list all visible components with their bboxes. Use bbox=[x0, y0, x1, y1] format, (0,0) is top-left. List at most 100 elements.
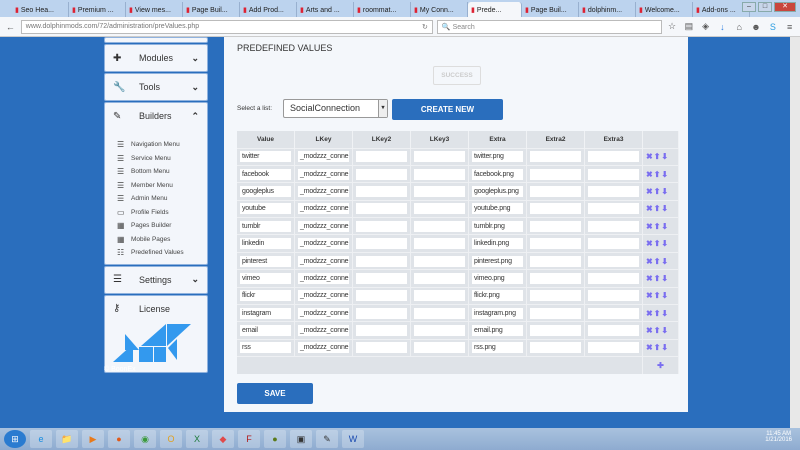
move-down-icon[interactable]: ⬇ bbox=[661, 170, 668, 179]
bookmark-star-icon[interactable]: ☆ bbox=[666, 21, 679, 32]
create-new-button[interactable]: CREATE NEW bbox=[392, 99, 503, 120]
lkey-input[interactable]: _modzzz_conne bbox=[298, 203, 349, 215]
extra-input[interactable]: tumblr.png bbox=[472, 220, 523, 232]
delete-icon[interactable]: ✖ bbox=[646, 222, 653, 231]
lkey-input[interactable]: _modzzz_conne bbox=[298, 307, 349, 319]
maximize-button[interactable]: □ bbox=[758, 2, 772, 12]
extra-input[interactable]: facebook.png bbox=[472, 168, 523, 180]
extra2-input[interactable] bbox=[530, 255, 581, 267]
move-down-icon[interactable]: ⬇ bbox=[661, 274, 668, 283]
extra2-input[interactable] bbox=[530, 168, 581, 180]
browser-tab[interactable]: ▮ Seo Hea... bbox=[12, 2, 69, 17]
extra3-input[interactable] bbox=[588, 307, 639, 319]
reload-icon[interactable]: ↻ bbox=[422, 23, 428, 31]
lkey-input[interactable]: _modzzz_conne bbox=[298, 168, 349, 180]
move-down-icon[interactable]: ⬇ bbox=[661, 239, 668, 248]
palette-icon[interactable]: ✎ bbox=[316, 430, 338, 448]
lkey2-input[interactable] bbox=[356, 168, 407, 180]
lkey2-input[interactable] bbox=[356, 203, 407, 215]
lkey2-input[interactable] bbox=[356, 255, 407, 267]
delete-icon[interactable]: ✖ bbox=[646, 239, 653, 248]
lkey3-input[interactable] bbox=[414, 185, 465, 197]
close-button[interactable]: ✕ bbox=[774, 2, 796, 12]
extra2-input[interactable] bbox=[530, 307, 581, 319]
move-down-icon[interactable]: ⬇ bbox=[661, 326, 668, 335]
lkey3-input[interactable] bbox=[414, 307, 465, 319]
lkey-input[interactable]: _modzzz_conne bbox=[298, 325, 349, 337]
move-down-icon[interactable]: ⬇ bbox=[661, 152, 668, 161]
value-input[interactable]: tumblr bbox=[240, 220, 291, 232]
move-up-icon[interactable]: ⬆ bbox=[654, 309, 661, 318]
move-down-icon[interactable]: ⬇ bbox=[661, 309, 668, 318]
sidebar-modules[interactable]: ✚ Modules ⌄ bbox=[104, 44, 208, 72]
start-button[interactable]: ⊞ bbox=[4, 430, 26, 448]
extra3-input[interactable] bbox=[588, 185, 639, 197]
move-up-icon[interactable]: ⬆ bbox=[654, 222, 661, 231]
lkey-input[interactable]: _modzzz_conne bbox=[298, 151, 349, 163]
extra-input[interactable]: googleplus.png bbox=[472, 185, 523, 197]
value-input[interactable]: instagram bbox=[240, 307, 291, 319]
sidebar-item-admin-menu[interactable]: ☰ Admin Menu bbox=[105, 192, 207, 206]
filezilla-icon[interactable]: F bbox=[238, 430, 260, 448]
extra3-input[interactable] bbox=[588, 255, 639, 267]
extra-input[interactable]: instagram.png bbox=[472, 307, 523, 319]
sidebar-tools[interactable]: 🔧 Tools ⌄ bbox=[104, 73, 208, 101]
value-input[interactable]: linkedin bbox=[240, 238, 291, 250]
move-down-icon[interactable]: ⬇ bbox=[661, 291, 668, 300]
lkey3-input[interactable] bbox=[414, 220, 465, 232]
outlook-icon[interactable]: O bbox=[160, 430, 182, 448]
move-up-icon[interactable]: ⬆ bbox=[654, 239, 661, 248]
move-up-icon[interactable]: ⬆ bbox=[654, 204, 661, 213]
url-bar[interactable]: www.dolphinmods.com/72/administration/pr… bbox=[20, 19, 433, 34]
search-input[interactable]: 🔍 Search bbox=[436, 19, 662, 34]
lkey3-input[interactable] bbox=[414, 272, 465, 284]
lkey2-input[interactable] bbox=[356, 220, 407, 232]
sidebar-item-navigation-menu[interactable]: ☰ Navigation Menu bbox=[105, 138, 207, 152]
pocket-icon[interactable]: ◈ bbox=[699, 21, 712, 32]
lkey2-input[interactable] bbox=[356, 185, 407, 197]
reading-list-icon[interactable]: ▤ bbox=[682, 21, 695, 32]
browser-tab[interactable]: ▮ Prede... bbox=[468, 2, 522, 17]
lkey3-input[interactable] bbox=[414, 290, 465, 302]
add-icon[interactable]: ✚ bbox=[657, 361, 664, 370]
delete-icon[interactable]: ✖ bbox=[646, 326, 653, 335]
value-input[interactable]: flickr bbox=[240, 290, 291, 302]
sidebar-item-profile-fields[interactable]: ▭ Profile Fields bbox=[105, 206, 207, 220]
extra2-input[interactable] bbox=[530, 203, 581, 215]
sidebar-item-service-menu[interactable]: ☰ Service Menu bbox=[105, 152, 207, 166]
move-down-icon[interactable]: ⬇ bbox=[661, 222, 668, 231]
lkey2-input[interactable] bbox=[356, 290, 407, 302]
move-down-icon[interactable]: ⬇ bbox=[661, 204, 668, 213]
frog-icon[interactable]: ● bbox=[264, 430, 286, 448]
sidebar-item-pages-builder[interactable]: ▦ Pages Builder bbox=[105, 219, 207, 233]
lkey2-input[interactable] bbox=[356, 342, 407, 354]
browser-tab[interactable]: ▮ Arts and ... bbox=[297, 2, 354, 17]
media-player-icon[interactable]: ▶ bbox=[82, 430, 104, 448]
extra2-input[interactable] bbox=[530, 325, 581, 337]
value-input[interactable]: email bbox=[240, 325, 291, 337]
delete-icon[interactable]: ✖ bbox=[646, 291, 653, 300]
delete-icon[interactable]: ✖ bbox=[646, 309, 653, 318]
browser-tab[interactable]: ▮ roommat... bbox=[354, 2, 411, 17]
browser-tab[interactable]: ▮ My Conn... bbox=[411, 2, 468, 17]
lkey2-input[interactable] bbox=[356, 272, 407, 284]
extra3-input[interactable] bbox=[588, 290, 639, 302]
scrollbar[interactable] bbox=[790, 37, 800, 428]
browser-tab[interactable]: ▮ Page Buil... bbox=[522, 2, 579, 17]
delete-icon[interactable]: ✖ bbox=[646, 257, 653, 266]
value-input[interactable]: youtube bbox=[240, 203, 291, 215]
success-button[interactable]: SUCCESS bbox=[433, 66, 481, 85]
browser-tab[interactable]: ▮ Premium ... bbox=[69, 2, 126, 17]
firefox-icon[interactable]: ● bbox=[108, 430, 130, 448]
lkey3-input[interactable] bbox=[414, 325, 465, 337]
paint-icon[interactable]: ◆ bbox=[212, 430, 234, 448]
extra3-input[interactable] bbox=[588, 325, 639, 337]
extra3-input[interactable] bbox=[588, 151, 639, 163]
lkey2-input[interactable] bbox=[356, 151, 407, 163]
move-up-icon[interactable]: ⬆ bbox=[654, 343, 661, 352]
extra-input[interactable]: youtube.png bbox=[472, 203, 523, 215]
move-up-icon[interactable]: ⬆ bbox=[654, 274, 661, 283]
save-button[interactable]: SAVE bbox=[237, 383, 313, 404]
delete-icon[interactable]: ✖ bbox=[646, 152, 653, 161]
lkey-input[interactable]: _modzzz_conne bbox=[298, 342, 349, 354]
